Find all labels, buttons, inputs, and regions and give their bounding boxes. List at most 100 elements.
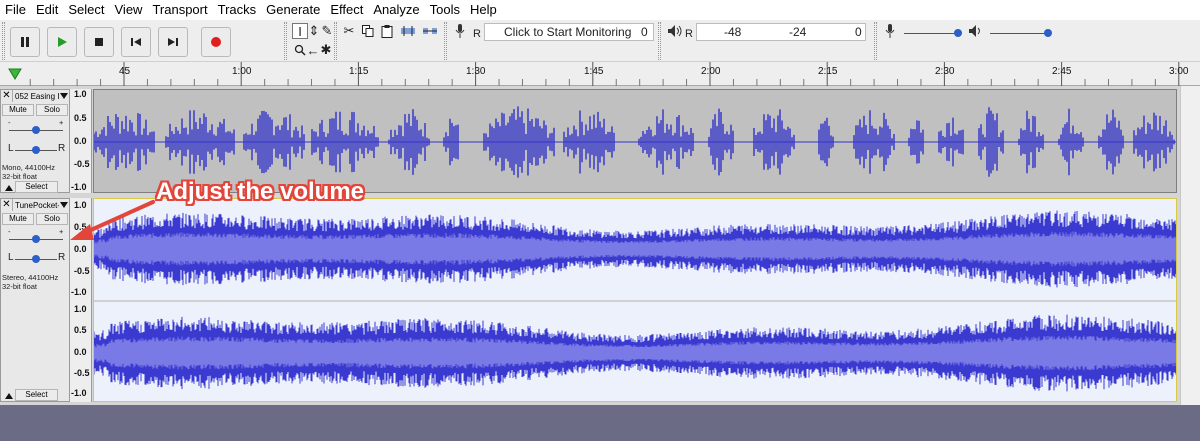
track-2-format: Stereo, 44100Hz <box>2 273 59 282</box>
ruler-label: 2:00 <box>701 66 721 77</box>
track-1-mute-button[interactable]: Mute <box>2 104 34 116</box>
monitor-label[interactable]: Click to Start Monitoring <box>504 25 631 39</box>
menu-analyze[interactable]: Analyze <box>368 0 424 20</box>
multi-tool-icon[interactable]: ✱ <box>318 42 334 58</box>
menu-view[interactable]: View <box>110 0 148 20</box>
menu-help[interactable]: Help <box>465 0 502 20</box>
track-2-bit-depth: 32-bit float <box>2 282 38 291</box>
scale-label: 0.0 <box>74 136 87 146</box>
skip-to-start-button[interactable] <box>121 27 151 57</box>
track-1-pan-knob[interactable] <box>32 146 40 154</box>
copy-icon[interactable] <box>360 23 376 39</box>
track-2-controls[interactable]: ✕ TunePocket- Mute Solo - + L R Stereo, … <box>0 198 70 402</box>
pause-button[interactable] <box>10 27 40 57</box>
collapse-track-icon[interactable] <box>4 184 14 192</box>
meter-tick-0: 0 <box>855 25 862 39</box>
track-2-mute-button[interactable]: Mute <box>2 213 34 225</box>
cut-icon[interactable]: ✂ <box>341 23 357 39</box>
track-2-select-button[interactable]: Select <box>15 389 58 401</box>
skip-to-end-button[interactable] <box>158 27 188 57</box>
gain-plus-label: + <box>59 227 64 236</box>
toolbar-grip[interactable] <box>284 22 287 60</box>
menu-tools[interactable]: Tools <box>425 0 465 20</box>
playback-meter[interactable] <box>696 23 866 41</box>
track-close-button[interactable]: ✕ <box>1 199 13 211</box>
record-button[interactable] <box>201 27 231 57</box>
vertical-scrollbar[interactable] <box>1180 86 1200 405</box>
track-1-amplitude-scale: 1.0 0.5 0.0 -0.5 -1.0 <box>70 89 92 193</box>
trim-audio-icon[interactable] <box>400 23 416 39</box>
track-2-gain-knob[interactable] <box>32 235 40 243</box>
scale-label: -0.5 <box>74 266 90 276</box>
draw-tool-icon[interactable]: ✎ <box>319 23 335 39</box>
menu-edit[interactable]: Edit <box>31 0 63 20</box>
scale-label: -1.0 <box>71 182 87 192</box>
menu-bar: File Edit Select View Transport Tracks G… <box>0 0 1200 20</box>
playback-volume-icon <box>968 23 984 39</box>
speaker-icon[interactable] <box>667 23 683 39</box>
gain-minus-label: - <box>8 118 11 127</box>
annotation-label: Adjust the volume <box>156 178 365 205</box>
ruler-label: 2:30 <box>935 66 955 77</box>
toolbar-grip[interactable] <box>658 22 661 60</box>
track-2-pan-knob[interactable] <box>32 255 40 263</box>
track-menu-dropdown-icon[interactable] <box>59 92 69 100</box>
meter-tick-minus48: -48 <box>724 25 742 39</box>
menu-file[interactable]: File <box>0 0 31 20</box>
ruler-label: 45 <box>119 66 131 77</box>
playback-volume-slider[interactable] <box>990 33 1050 34</box>
ruler-ticks <box>29 62 1180 86</box>
record-volume-icon <box>882 23 898 39</box>
track-2-solo-button[interactable]: Solo <box>36 213 68 225</box>
playback-volume-knob[interactable] <box>1044 29 1052 37</box>
track-1-format: Mono, 44100Hz <box>2 163 55 172</box>
empty-track-area[interactable] <box>0 405 1200 441</box>
scale-label: 1.0 <box>74 89 87 99</box>
ruler-label: 3:00 <box>1169 66 1189 77</box>
pan-right-label: R <box>58 252 66 263</box>
menu-tracks[interactable]: Tracks <box>213 0 262 20</box>
track-2-waveform[interactable] <box>93 198 1177 402</box>
menu-transport[interactable]: Transport <box>147 0 212 20</box>
ruler-label: 1:15 <box>349 66 369 77</box>
pause-icon <box>21 37 29 47</box>
ruler-label: 2:45 <box>1052 66 1072 77</box>
menu-generate[interactable]: Generate <box>261 0 325 20</box>
scale-label: -0.5 <box>74 368 90 378</box>
ruler-label: 1:30 <box>466 66 486 77</box>
scale-label: -0.5 <box>74 159 90 169</box>
toolbar-grip[interactable] <box>874 22 877 60</box>
playback-meter-channel: R <box>685 28 693 40</box>
track-1-solo-button[interactable]: Solo <box>36 104 68 116</box>
pan-right-label: R <box>58 143 66 154</box>
menu-select[interactable]: Select <box>63 0 109 20</box>
silence-audio-icon[interactable] <box>422 23 438 39</box>
track-1-name-row: ✕ 052 Easing I <box>1 90 69 102</box>
stop-button[interactable] <box>84 27 114 57</box>
toolbar-grip[interactable] <box>334 22 337 60</box>
paste-icon[interactable] <box>379 23 395 39</box>
track-1-select-button[interactable]: Select <box>15 181 58 193</box>
toolbar-grip[interactable] <box>2 22 5 60</box>
play-icon <box>58 37 67 47</box>
collapse-track-icon[interactable] <box>4 392 14 400</box>
record-volume-knob[interactable] <box>954 29 962 37</box>
toolbar-grip[interactable] <box>444 22 447 60</box>
scale-label: -1.0 <box>71 287 87 297</box>
menu-effect[interactable]: Effect <box>325 0 368 20</box>
toolbar: I ⇕ ✎ ← ✱ ✂ R Click to Start Monitoring … <box>0 20 1200 62</box>
microphone-icon[interactable] <box>452 23 468 39</box>
timeline-ruler[interactable]: 45 1:00 1:15 1:30 1:45 2:00 2:15 2:30 2:… <box>0 62 1200 86</box>
ruler-label: 1:00 <box>232 66 252 77</box>
track-1-controls[interactable]: ✕ 052 Easing I Mute Solo - + L R Mono, 4… <box>0 89 70 193</box>
record-icon <box>211 37 221 47</box>
scale-label: -1.0 <box>71 388 87 398</box>
track-2-right-channel <box>94 314 1176 392</box>
stop-icon <box>95 38 103 46</box>
timeline-options-icon[interactable] <box>8 67 22 81</box>
track-close-button[interactable]: ✕ <box>1 90 13 102</box>
track-1-gain-knob[interactable] <box>32 126 40 134</box>
track-1-name[interactable]: 052 Easing I <box>13 92 59 101</box>
track-2-name[interactable]: TunePocket- <box>13 201 59 210</box>
play-button[interactable] <box>47 27 77 57</box>
